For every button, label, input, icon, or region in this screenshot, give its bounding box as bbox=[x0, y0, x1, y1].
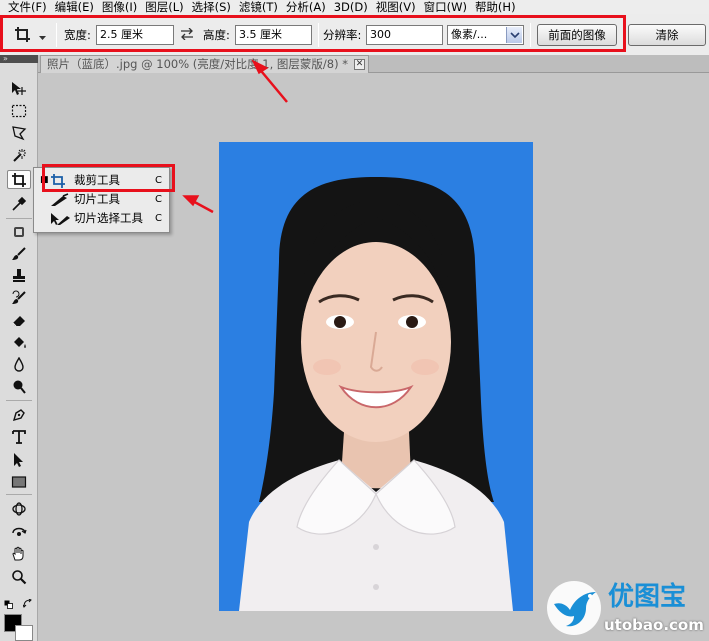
watermark: 优图宝 utobao.com bbox=[546, 578, 706, 638]
bird-logo-icon bbox=[546, 578, 602, 639]
arrow-to-crop-tool bbox=[182, 195, 214, 214]
arrow-to-options-bar bbox=[251, 59, 288, 103]
annotation-arrows bbox=[182, 59, 288, 214]
watermark-brand: 优图宝 bbox=[608, 582, 687, 612]
watermark-domain: utobao.com bbox=[604, 616, 704, 634]
